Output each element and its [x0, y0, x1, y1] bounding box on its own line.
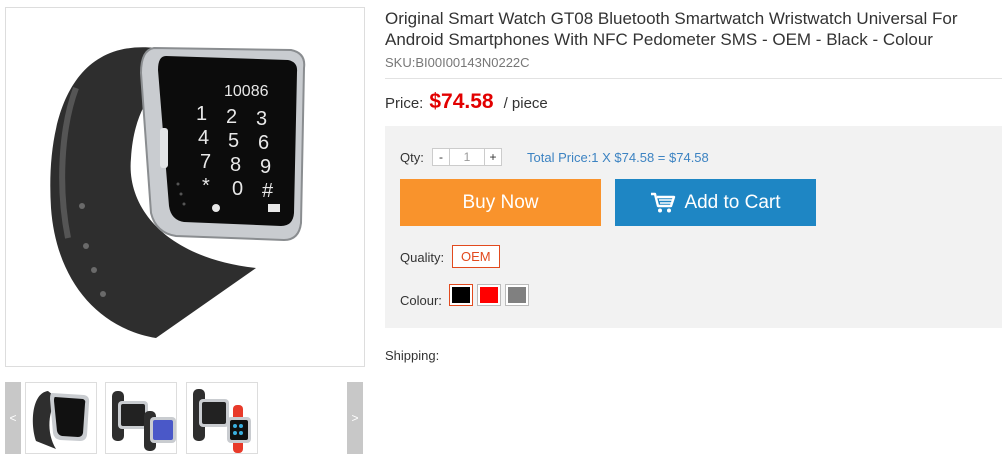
- thumbnail-next-button[interactable]: >: [347, 382, 363, 454]
- svg-text:4: 4: [198, 127, 209, 149]
- price-label: Price:: [385, 95, 424, 112]
- add-to-cart-label: Add to Cart: [684, 191, 781, 213]
- screen-digits-text: 10086: [224, 83, 269, 100]
- svg-text:2: 2: [226, 106, 237, 128]
- quantity-stepper: - +: [432, 148, 502, 166]
- thumbnail-1[interactable]: [25, 382, 97, 454]
- price-value: $74.58: [429, 90, 494, 113]
- buy-now-button[interactable]: Buy Now: [400, 179, 601, 226]
- quality-label: Quality:: [400, 250, 445, 265]
- quantity-label: Qty:: [400, 150, 424, 165]
- quantity-increase-button[interactable]: +: [484, 148, 502, 166]
- thumbnail-prev-button[interactable]: <: [5, 382, 21, 454]
- product-sku: SKU:BI00I00143N0222C: [385, 55, 530, 70]
- svg-text:*: *: [202, 175, 210, 197]
- add-to-cart-button[interactable]: Add to Cart: [615, 179, 816, 226]
- thumbnail-3[interactable]: [186, 382, 258, 454]
- colour-swatch-grey[interactable]: [505, 284, 529, 306]
- price-row: Price: $74.58 / piece: [385, 90, 548, 114]
- main-product-image: 10086 123 456 789 * 0 #: [5, 7, 365, 367]
- shopping-cart-icon: [650, 192, 676, 214]
- title-divider: [385, 78, 1002, 79]
- svg-text:0: 0: [232, 178, 243, 200]
- svg-text:6: 6: [258, 132, 269, 154]
- quality-option-oem[interactable]: OEM: [452, 245, 500, 268]
- svg-text:7: 7: [200, 151, 211, 173]
- quantity-input[interactable]: [450, 148, 484, 166]
- svg-text:#: #: [262, 180, 274, 202]
- total-price-text: Total Price:1 X $74.58 = $74.58: [527, 150, 709, 165]
- colour-label: Colour:: [400, 293, 442, 308]
- colour-swatch-black[interactable]: [449, 284, 473, 306]
- svg-text:8: 8: [230, 154, 241, 176]
- shipping-label: Shipping:: [385, 348, 440, 363]
- quantity-decrease-button[interactable]: -: [432, 148, 450, 166]
- colour-swatch-red[interactable]: [477, 284, 501, 306]
- svg-text:3: 3: [256, 108, 267, 130]
- thumbnail-2[interactable]: [105, 382, 177, 454]
- product-title: Original Smart Watch GT08 Bluetooth Smar…: [385, 9, 958, 49]
- price-unit: / piece: [503, 95, 548, 112]
- svg-text:9: 9: [260, 156, 271, 178]
- svg-text:1: 1: [196, 103, 207, 125]
- svg-text:5: 5: [228, 130, 239, 152]
- purchase-panel: Qty: - + Total Price:1 X $74.58 = $74.58…: [385, 126, 1002, 328]
